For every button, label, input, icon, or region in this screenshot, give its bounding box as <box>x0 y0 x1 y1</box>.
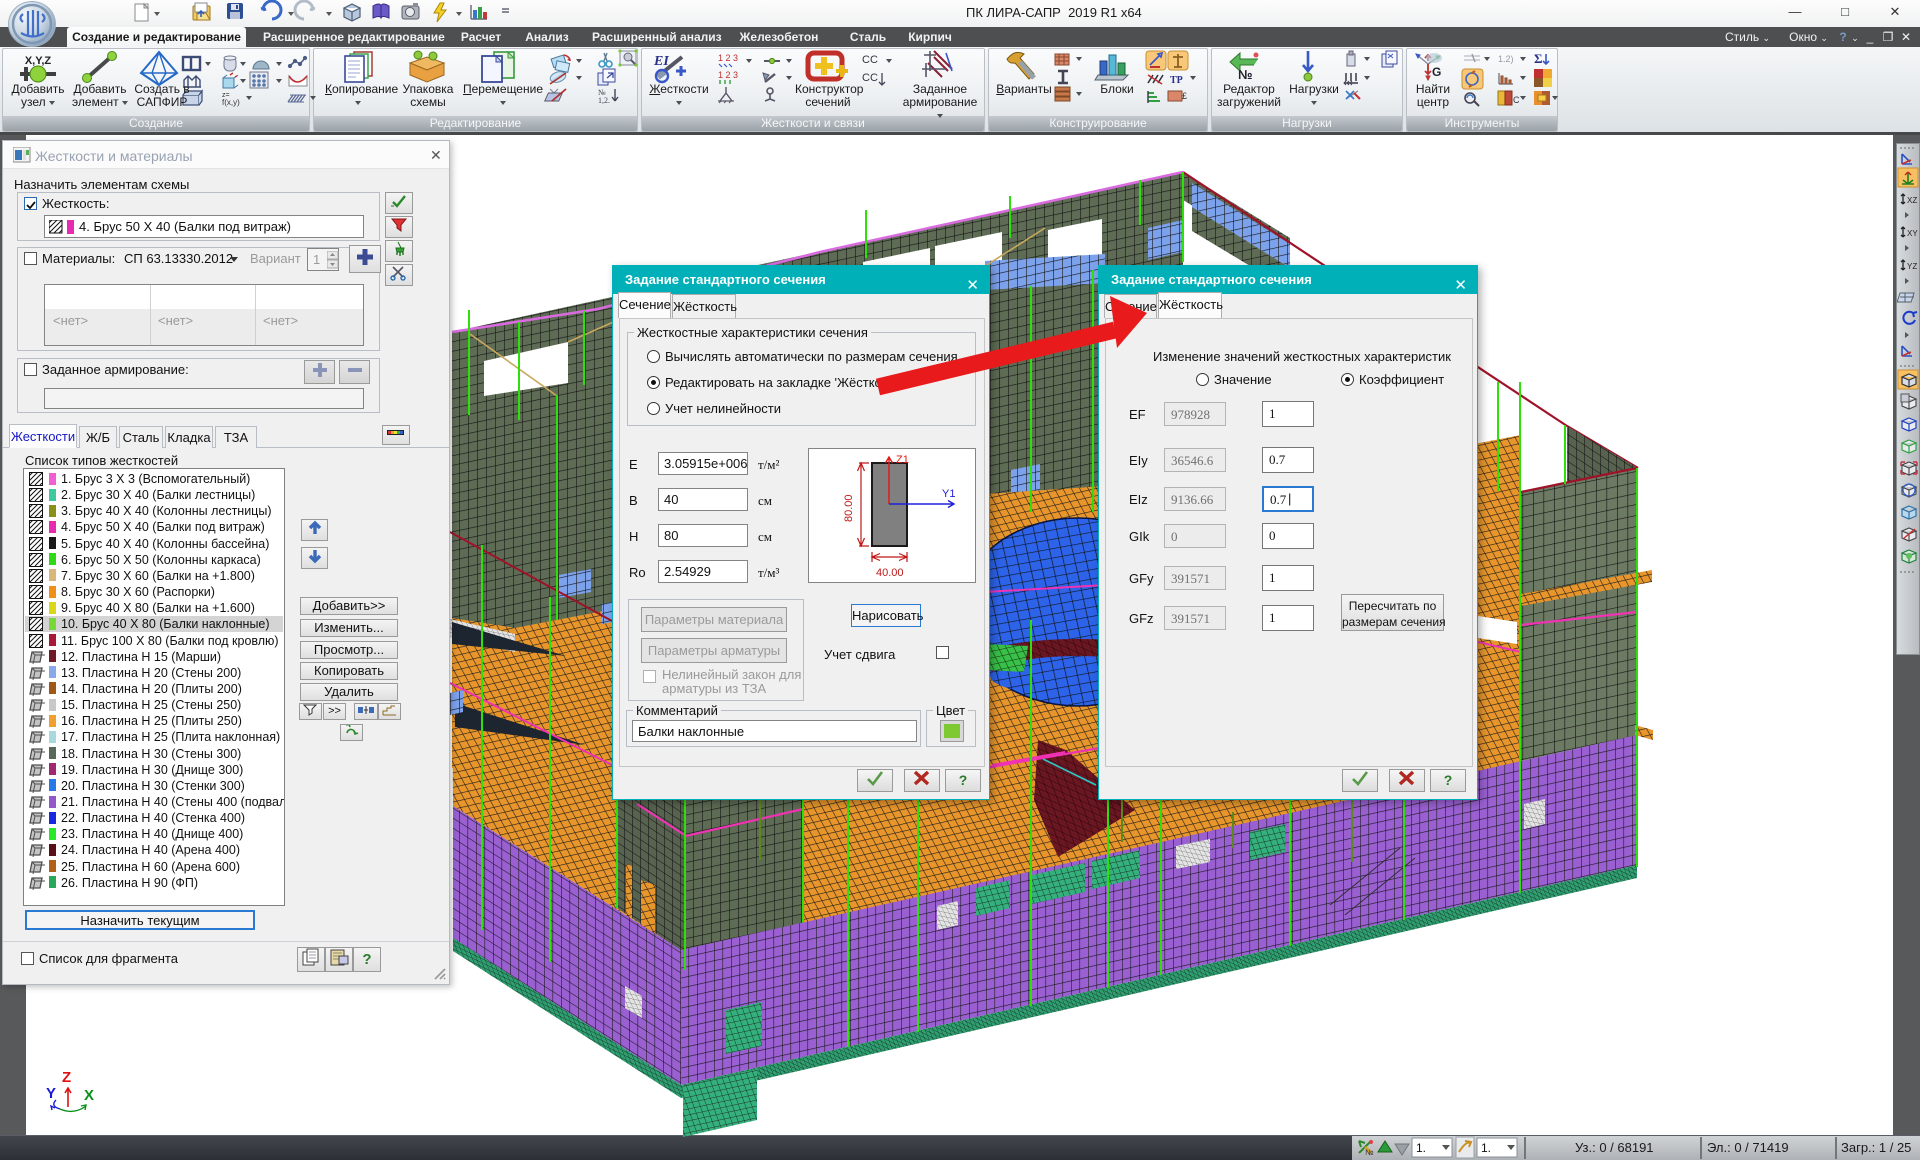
svg-text:40.00: 40.00 <box>876 567 904 579</box>
svg-text:XZ: XZ <box>1907 196 1917 205</box>
svg-text:№: № <box>1365 1148 1374 1157</box>
svg-text:Z1: Z1 <box>896 454 909 466</box>
svg-text:Z: Z <box>62 1069 71 1086</box>
svg-text:XY: XY <box>1907 229 1918 238</box>
svg-text:YZ: YZ <box>1907 262 1917 271</box>
svg-text:80.00: 80.00 <box>843 494 855 522</box>
svg-text:1.: 1. <box>1416 1141 1426 1155</box>
svg-text:Y: Y <box>46 1085 56 1102</box>
svg-text:X: X <box>84 1087 94 1104</box>
svg-text:Y1: Y1 <box>942 488 955 500</box>
svg-text:1.: 1. <box>1481 1141 1491 1155</box>
